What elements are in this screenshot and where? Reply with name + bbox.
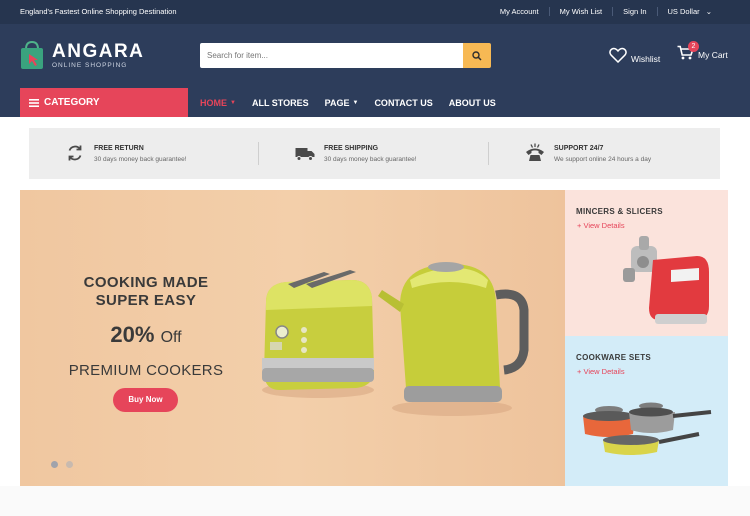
wishlist-button[interactable]: Wishlist — [609, 46, 660, 64]
sign-in-link[interactable]: Sign In — [612, 7, 656, 16]
hero-headline-line2: SUPER EASY — [95, 292, 197, 309]
chevron-down-icon: ▼ — [352, 99, 359, 106]
page-footer-space — [0, 486, 750, 516]
cart-count-badge: 2 — [688, 41, 699, 52]
buy-now-button[interactable]: Buy Now — [113, 388, 178, 412]
category-label: CATEGORY — [44, 97, 100, 108]
feature-free-shipping: FREE SHIPPING 30 days money back guarant… — [259, 128, 489, 179]
truck-icon — [295, 148, 315, 161]
top-bar: England's Fastest Online Shopping Destin… — [0, 0, 750, 24]
refresh-icon — [68, 145, 82, 161]
features-strip: FREE RETURN 30 days money back guarantee… — [29, 128, 720, 179]
carousel-dot[interactable] — [66, 461, 73, 468]
nav-item-contact-us[interactable]: CONTACT US — [374, 98, 432, 108]
hamburger-icon — [29, 98, 39, 107]
side-banner-title: MINCERS & SLICERS — [576, 207, 663, 216]
feature-support: SUPPORT 24/7 We support online 24 hours … — [489, 128, 719, 179]
my-wish-list-link[interactable]: My Wish List — [548, 7, 613, 16]
hero-headline-line1: COOKING MADE — [83, 274, 209, 291]
heart-icon — [609, 47, 627, 63]
chevron-down-icon: ⌄ — [705, 7, 712, 16]
feature-subtitle: We support online 24 hours a day — [554, 156, 652, 163]
nav-item-label: PAGE — [324, 97, 350, 108]
search-bar — [200, 43, 491, 68]
side-banner-title: COOKWARE SETS — [576, 353, 652, 362]
toaster-kettle-image — [262, 262, 529, 416]
phone-icon — [526, 143, 544, 161]
feature-subtitle: 30 days money back guarantee! — [324, 156, 417, 163]
nav-item-label: ALL STORES — [251, 97, 309, 108]
my-account-link[interactable]: My Account — [490, 7, 549, 16]
wishlist-label: Wishlist — [631, 54, 661, 64]
nav-item-label: HOME — [200, 97, 227, 108]
nav-item-label: CONTACT US — [374, 97, 433, 108]
cart-button[interactable]: 2 My Cart — [677, 41, 728, 60]
hero-headline: COOKING MADE SUPER EASY — [20, 274, 272, 310]
nav-menu: HOME ▼ ALL STORES PAGE ▼ CONTACT US ABOUT … — [200, 88, 512, 117]
discount-suffix: Off — [160, 329, 182, 346]
cart-label: My Cart — [698, 50, 728, 60]
carousel-dot[interactable] — [51, 461, 58, 468]
view-details-link[interactable]: + View Details — [577, 221, 625, 230]
hero-banner: COOKING MADE SUPER EASY 20% Off PREMIUM … — [20, 190, 565, 486]
logo[interactable]: ANGARA ONLINE SHOPPING — [20, 40, 144, 70]
account-links: My Account My Wish List Sign In US Dolla… — [490, 7, 722, 16]
currency-label: US Dollar — [667, 7, 700, 16]
cookware-set-image — [583, 402, 712, 455]
feature-title: SUPPORT 24/7 — [554, 145, 604, 152]
feature-subtitle: 30 days money back guarantee! — [94, 156, 187, 163]
discount-value: 20% — [110, 322, 155, 347]
feature-title: FREE SHIPPING — [324, 145, 379, 152]
header: ANGARA ONLINE SHOPPING Wishlist 2 My Car… — [0, 24, 750, 117]
hero-discount: 20% Off — [20, 322, 272, 348]
chevron-down-icon: ▼ — [230, 99, 236, 106]
logo-subtitle: ONLINE SHOPPING — [52, 61, 128, 69]
currency-selector[interactable]: US Dollar ⌄ — [656, 7, 722, 16]
nav-item-label: ABOUT US — [448, 97, 496, 108]
feature-title: FREE RETURN — [94, 145, 144, 152]
nav-item-page[interactable]: PAGE ▼ — [325, 98, 359, 108]
category-menu-button[interactable]: CATEGORY — [20, 88, 188, 117]
side-banner-cookware[interactable]: COOKWARE SETS + View Details — [565, 336, 728, 486]
tagline: England's Fastest Online Shopping Destin… — [20, 7, 177, 16]
hero-subtitle: PREMIUM COOKERS — [68, 362, 224, 379]
search-icon — [472, 50, 482, 61]
carousel-dots — [51, 461, 73, 468]
logo-text: ANGARA ONLINE SHOPPING — [52, 40, 145, 69]
side-banner-mincers[interactable]: MINCERS & SLICERS + View Details — [565, 190, 728, 336]
meat-mincer-image — [623, 236, 709, 324]
feature-free-return: FREE RETURN 30 days money back guarantee… — [29, 128, 259, 179]
nav-item-all-stores[interactable]: ALL STORES — [252, 98, 309, 108]
search-input[interactable] — [200, 43, 463, 68]
logo-name: ANGARA — [52, 40, 145, 62]
nav-item-about-us[interactable]: ABOUT US — [449, 98, 496, 108]
main-nav: CATEGORY HOME ▼ ALL STORES PAGE ▼ CONTACT … — [0, 88, 750, 117]
shopping-bag-logo-icon — [21, 40, 43, 69]
search-button[interactable] — [463, 43, 491, 68]
view-details-link[interactable]: + View Details — [577, 367, 625, 376]
nav-item-home[interactable]: HOME ▼ — [200, 98, 236, 108]
